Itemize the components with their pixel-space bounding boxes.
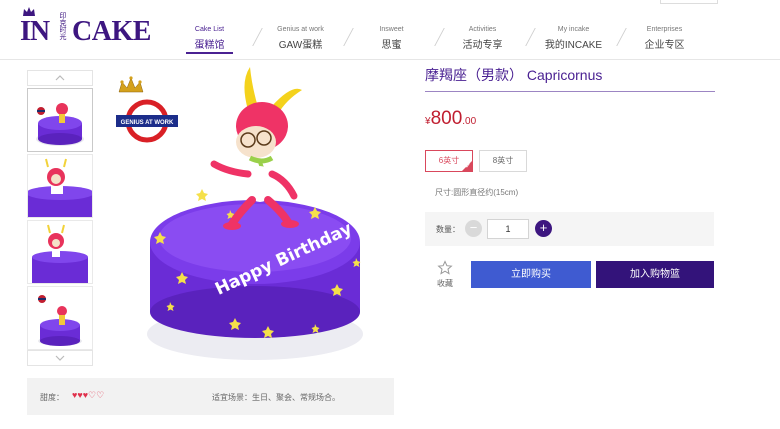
nav-item-en: My incake bbox=[557, 26, 590, 33]
nav-item-en: Enterprises bbox=[646, 26, 683, 33]
thumbnail-3[interactable] bbox=[27, 220, 93, 284]
star-outline-icon bbox=[437, 260, 453, 275]
cake-thumbnail-image bbox=[28, 155, 92, 217]
top-utility-button[interactable] bbox=[660, 0, 718, 4]
nav-item-en: Genius at work bbox=[277, 26, 324, 33]
badge-text: GENIUS AT WORK bbox=[121, 120, 174, 126]
quantity-label: 数量： bbox=[436, 225, 460, 234]
genius-at-work-badge: GENIUS AT WORK bbox=[116, 76, 178, 143]
thumbnail-4[interactable] bbox=[27, 286, 93, 350]
thumbnail-gallery bbox=[27, 70, 93, 366]
add-to-cart-button[interactable]: 加入购物篮 bbox=[596, 261, 714, 288]
size-option-label: 8英寸 bbox=[492, 156, 514, 165]
thumbnail-2[interactable] bbox=[27, 154, 93, 218]
quantity-decrease-button[interactable]: − bbox=[465, 220, 482, 237]
sweetness-label: 甜度： bbox=[40, 393, 64, 402]
nav-item-cn: 我的INCAKE bbox=[544, 40, 603, 51]
cake-thumbnail-image bbox=[28, 221, 92, 283]
nav-item-cn: 活动专享 bbox=[462, 40, 503, 51]
quantity-input[interactable] bbox=[487, 219, 529, 239]
quantity-panel: 数量： − + bbox=[425, 212, 714, 246]
title-divider bbox=[425, 91, 715, 92]
size-option-6inch[interactable]: 6英寸 ✓ bbox=[425, 150, 473, 172]
product-info-bar: 甜度： ♥♥♥♡♡ 适宜场景：生日、聚会、常规场合。 bbox=[27, 378, 394, 415]
product-price: ¥800.00 bbox=[425, 108, 476, 130]
nav-item-en: Activities bbox=[468, 26, 497, 33]
thumbnail-1[interactable] bbox=[27, 88, 93, 152]
nav-item-cn: GAW蛋糕 bbox=[278, 40, 323, 51]
nav-item-genius-at-work[interactable]: Genius at work GAW蛋糕 bbox=[255, 0, 354, 60]
occasion-text: 适宜场景：生日、聚会、常规场合。 bbox=[212, 393, 340, 402]
thumb-scroll-down-button[interactable] bbox=[27, 350, 93, 366]
nav-item-en: Cake List bbox=[194, 26, 225, 33]
size-option-8inch[interactable]: 8英寸 bbox=[479, 150, 527, 172]
favorite-button[interactable]: 收藏 bbox=[434, 260, 456, 290]
nav-item-en: Insweet bbox=[379, 26, 404, 33]
price-integer: 800 bbox=[430, 108, 463, 129]
nav-item-cn: 企业专区 bbox=[644, 40, 685, 51]
buy-now-button[interactable]: 立即购买 bbox=[471, 261, 591, 288]
empty-heart-icons: ♡♡ bbox=[88, 390, 105, 400]
capricorn-cake-image: GENIUS AT WORK Happy Birthday bbox=[116, 67, 363, 360]
check-icon: ✓ bbox=[465, 163, 471, 170]
incake-logo[interactable]: IN 印克时光 CAKE bbox=[18, 6, 151, 52]
nav-item-enterprises[interactable]: Enterprises 企业专区 bbox=[619, 0, 710, 60]
filled-heart-icons: ♥♥♥ bbox=[72, 390, 89, 400]
logo-text-cn: 印克时光 bbox=[59, 12, 66, 40]
product-main-image: GENIUS AT WORK Happy Birthday bbox=[110, 62, 400, 362]
chevron-up-icon bbox=[55, 75, 65, 81]
size-description: 尺寸:圆形直径约(15cm) bbox=[435, 188, 519, 197]
cake-thumbnail-image bbox=[28, 287, 92, 349]
main-nav: Cake List 蛋糕馆 Genius at work GAW蛋糕 Inswe… bbox=[164, 0, 710, 60]
size-option-label: 6英寸 bbox=[438, 156, 460, 165]
nav-item-cn: 思蜜 bbox=[381, 40, 402, 51]
product-title: 摩羯座（男款） Capricornus bbox=[425, 67, 603, 83]
logo-text-cake: CAKE bbox=[72, 16, 151, 47]
favorite-label: 收藏 bbox=[437, 279, 453, 288]
logo-text-in: IN bbox=[20, 16, 50, 47]
nav-item-cake-list[interactable]: Cake List 蛋糕馆 bbox=[164, 0, 263, 60]
quantity-increase-button[interactable]: + bbox=[535, 220, 552, 237]
nav-item-insweet[interactable]: Insweet 思蜜 bbox=[346, 0, 445, 60]
nav-item-cn: 蛋糕馆 bbox=[194, 40, 225, 51]
nav-item-activities[interactable]: Activities 活动专享 bbox=[437, 0, 536, 60]
chevron-down-icon bbox=[55, 355, 65, 361]
nav-item-my-incake[interactable]: My incake 我的INCAKE bbox=[528, 0, 627, 60]
site-header: IN 印克时光 CAKE Cake List 蛋糕馆 Genius at wor… bbox=[0, 0, 780, 60]
sweetness-rating: ♥♥♥♡♡ bbox=[72, 390, 104, 401]
cake-thumbnail-image bbox=[28, 89, 92, 151]
thumb-scroll-up-button[interactable] bbox=[27, 70, 93, 86]
price-decimal: .00 bbox=[462, 116, 477, 127]
